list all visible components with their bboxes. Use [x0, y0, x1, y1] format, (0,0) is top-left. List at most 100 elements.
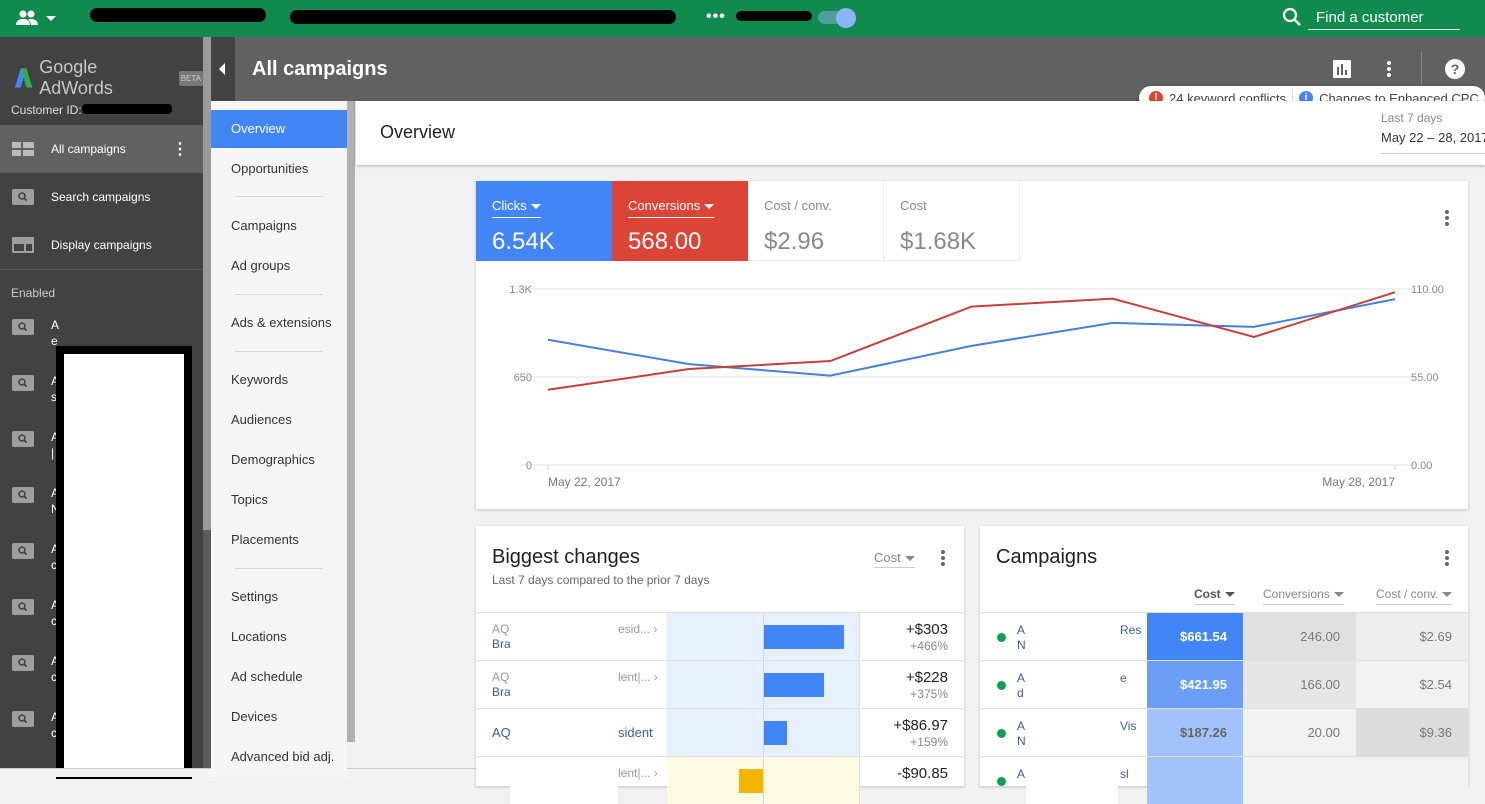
metric-cost-label: Cost — [900, 198, 927, 213]
row-name-suffix[interactable]: sident — [618, 725, 653, 740]
metric-clicks-label[interactable]: Clicks — [492, 198, 541, 218]
campaign-name-suffix[interactable]: Res — [1120, 623, 1141, 637]
redacted-campaign-name — [1026, 709, 1118, 756]
row-name-suffix[interactable]: lent|... › — [618, 670, 658, 684]
campaigns-more-icon[interactable] — [1445, 550, 1449, 568]
menu-item-overview[interactable]: Overview — [211, 110, 347, 148]
search-campaign-icon — [12, 655, 34, 671]
nav-search-campaigns-label: Search campaigns — [51, 190, 150, 204]
metric-cost[interactable]: Cost $1.68K — [884, 181, 1020, 261]
metric-conversions[interactable]: Conversions 568.00 — [612, 181, 748, 261]
menu-item-ad-schedule[interactable]: Ad schedule — [211, 658, 347, 696]
campaign-row[interactable]: ANRes$661.54246.00$2.69 — [980, 612, 1468, 660]
column-header-cost[interactable]: Cost — [1194, 587, 1235, 605]
campaign-name-line1[interactable]: A — [1017, 767, 1025, 781]
series-line-clicks — [548, 299, 1395, 375]
change-bar — [739, 769, 763, 793]
collapse-nav-button[interactable] — [211, 37, 235, 101]
campaign-name-line2[interactable]: N — [1017, 734, 1026, 748]
menu-item-topics[interactable]: Topics — [211, 481, 347, 519]
more-vert-icon[interactable] — [1387, 61, 1391, 79]
row-name-line2[interactable]: Bra — [492, 685, 511, 699]
overview-title: Overview — [380, 122, 455, 143]
caret-down-icon — [1334, 592, 1344, 597]
campaign-list-item[interactable]: Ae — [51, 317, 59, 349]
campaign-name-suffix[interactable]: sl — [1120, 767, 1129, 781]
search-icon — [12, 189, 34, 205]
internal-info-toggle[interactable] — [818, 8, 856, 26]
menu-item-audiences[interactable]: Audiences — [211, 401, 347, 439]
search-campaign-icon — [12, 375, 34, 391]
campaign-name-suffix[interactable]: e — [1120, 671, 1127, 685]
campaign-name-line2[interactable]: d — [1017, 686, 1024, 700]
menu-item-ads-extensions[interactable]: Ads & extensions — [211, 304, 347, 342]
campaign-name-line1[interactable]: A — [1017, 623, 1025, 637]
menu-item-settings[interactable]: Settings — [211, 578, 347, 616]
campaign-row[interactable]: Asl — [980, 756, 1468, 804]
metric-clicks-value: 6.54K — [492, 228, 555, 256]
more-vert-icon[interactable]: ⋮ — [172, 139, 188, 159]
left-nav-scrollbar[interactable] — [203, 37, 211, 777]
row-name-line2[interactable]: AQ — [492, 725, 511, 740]
page-menu-scrollbar[interactable] — [347, 101, 355, 742]
biggest-change-row[interactable]: AQBralent|... ›+$228+375% — [476, 660, 964, 708]
chart-more-icon[interactable] — [1445, 210, 1449, 228]
chevron-left-icon — [219, 63, 225, 75]
biggest-change-row[interactable]: AQBraesid... ›+$303+466% — [476, 612, 964, 660]
nav-search-campaigns[interactable]: Search campaigns — [0, 173, 203, 221]
nav-display-campaigns[interactable]: Display campaigns — [0, 221, 203, 269]
campaign-conversions — [1243, 757, 1356, 804]
menu-item-campaigns[interactable]: Campaigns — [211, 207, 347, 245]
adwords-logo: Google AdWords BETA — [12, 57, 203, 99]
status-enabled-icon — [997, 681, 1006, 690]
biggest-changes-more-icon[interactable] — [941, 550, 945, 568]
row-name-suffix[interactable]: esid... › — [618, 622, 657, 636]
menu-item-advanced-bid-adj[interactable]: Advanced bid adj. — [211, 738, 347, 776]
search-campaign-icon — [12, 431, 34, 447]
search-icon[interactable] — [1282, 7, 1302, 27]
account-switcher[interactable] — [16, 8, 60, 28]
row-name-line2[interactable]: Bra — [492, 637, 511, 651]
metric-conversions-label[interactable]: Conversions — [628, 198, 714, 218]
biggest-change-row[interactable]: lent|... ›-$90.85 — [476, 756, 964, 804]
nav-all-campaigns[interactable]: All campaigns ⋮ — [0, 125, 203, 173]
search-campaign-icon — [12, 319, 34, 335]
menu-item-locations[interactable]: Locations — [211, 618, 347, 656]
caret-down-icon — [704, 204, 714, 209]
menu-item-opportunities[interactable]: Opportunities — [211, 150, 347, 188]
metric-clicks[interactable]: Clicks 6.54K — [476, 181, 612, 261]
menu-item-ad-groups[interactable]: Ad groups — [211, 247, 347, 285]
biggest-changes-sort-dropdown[interactable]: Cost — [874, 550, 915, 568]
campaign-name-line1: A — [51, 318, 59, 332]
caret-down-icon — [905, 556, 915, 561]
menu-item-demographics[interactable]: Demographics — [211, 441, 347, 479]
campaign-name-line1[interactable]: A — [1017, 719, 1025, 733]
column-header-cost-per-conv[interactable]: Cost / conv. — [1376, 587, 1452, 605]
y-left-tick-label: 1.3K — [509, 284, 532, 296]
biggest-change-row[interactable]: AQsident+$86.97+159% — [476, 708, 964, 756]
campaign-row[interactable]: ANVis$187.2620.00$9.36 — [980, 708, 1468, 756]
campaign-cost: $421.95 — [1147, 661, 1243, 708]
reports-icon[interactable] — [1333, 60, 1351, 78]
date-range-underline — [1381, 153, 1485, 154]
campaign-name-line1[interactable]: A — [1017, 671, 1025, 685]
header-divider — [1421, 52, 1422, 84]
campaign-conversions: 246.00 — [1243, 613, 1356, 660]
find-customer-input[interactable] — [1308, 6, 1460, 30]
metric-clicks-label-text: Clicks — [492, 198, 527, 213]
metric-cost-per-conv[interactable]: Cost / conv. $2.96 — [748, 181, 884, 261]
more-horiz-icon[interactable]: ••• — [706, 8, 726, 26]
product-name: Google AdWords — [39, 57, 170, 99]
row-name-suffix[interactable]: lent|... › — [618, 766, 658, 780]
menu-item-placements[interactable]: Placements — [211, 521, 347, 559]
help-icon[interactable]: ? — [1444, 58, 1466, 80]
campaign-row[interactable]: Ade$421.95166.00$2.54 — [980, 660, 1468, 708]
menu-item-keywords[interactable]: Keywords — [211, 361, 347, 399]
campaign-name-suffix[interactable]: Vis — [1120, 719, 1136, 733]
column-header-conversions[interactable]: Conversions — [1263, 587, 1344, 605]
campaign-name-line2[interactable]: N — [1017, 638, 1026, 652]
date-range-picker[interactable]: May 22 – 28, 2017 — [1381, 130, 1485, 145]
campaign-cost-per-conv: $2.69 — [1356, 613, 1468, 660]
page-menu: OverviewOpportunities CampaignsAd groups A… — [211, 101, 347, 777]
menu-item-devices[interactable]: Devices — [211, 698, 347, 736]
